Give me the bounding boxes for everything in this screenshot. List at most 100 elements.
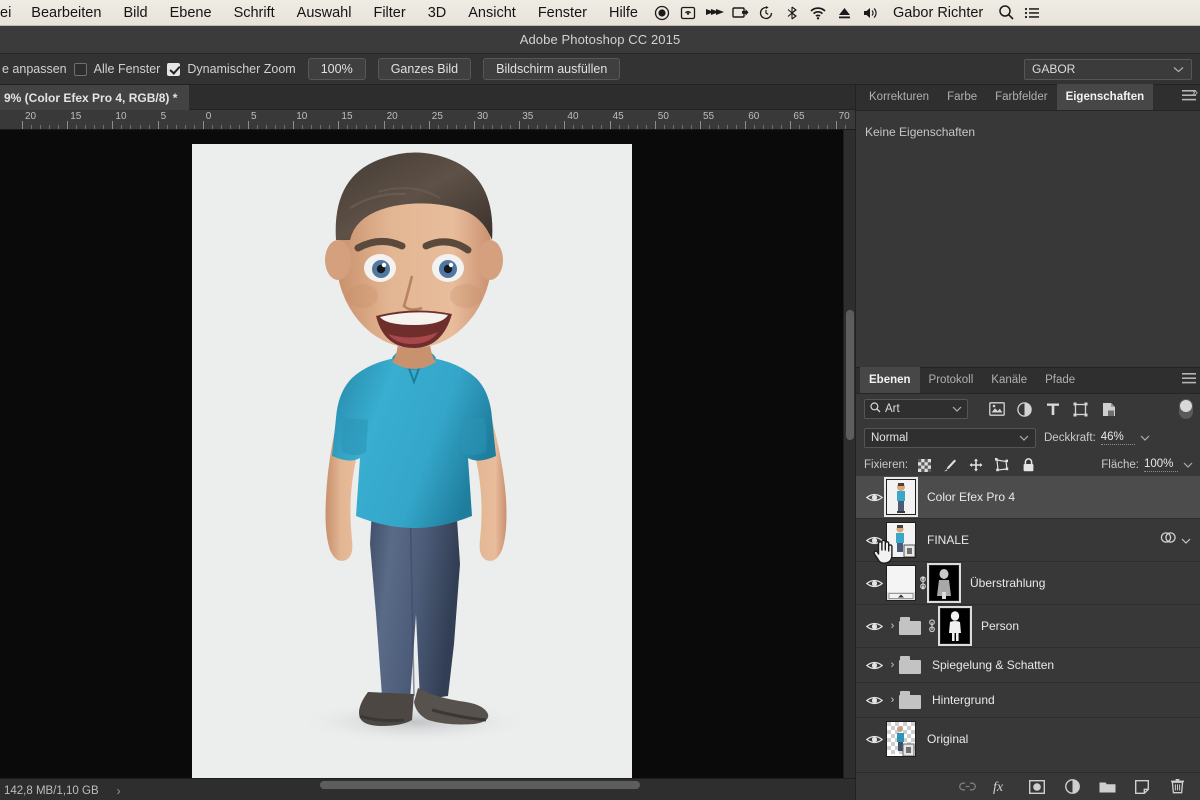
tab-farbfelder[interactable]: Farbfelder bbox=[986, 84, 1056, 110]
all-windows-checkbox[interactable] bbox=[73, 62, 87, 76]
layer-group-folder-icon[interactable] bbox=[899, 617, 921, 635]
fit-screen-button[interactable]: Ganzes Bild bbox=[377, 58, 472, 80]
tab-pfade[interactable]: Pfade bbox=[1036, 367, 1084, 393]
new-layer-icon[interactable] bbox=[1133, 778, 1151, 796]
fill-value[interactable]: 100% bbox=[1144, 458, 1178, 472]
tab-protokoll[interactable]: Protokoll bbox=[920, 367, 983, 393]
horizontal-ruler[interactable]: 20 15 10 5 0 5 10 15 20 25 30 35 40 45 50 55 60 65 70 bbox=[0, 110, 855, 130]
panel-menu-icon[interactable] bbox=[1182, 367, 1200, 393]
workspace-select[interactable]: GABOR bbox=[1024, 58, 1192, 80]
bluetooth-icon[interactable] bbox=[779, 0, 805, 26]
layer-thumbnail[interactable] bbox=[886, 565, 916, 601]
menu-item-schrift[interactable]: Schrift bbox=[223, 0, 286, 26]
chevron-down-icon[interactable] bbox=[1181, 531, 1191, 549]
layer-mask-link-icon[interactable] bbox=[925, 619, 938, 633]
layer-visibility-toggle[interactable] bbox=[862, 562, 886, 605]
opacity-value[interactable]: 46% bbox=[1100, 431, 1135, 445]
all-windows-label[interactable]: Alle Fenster bbox=[94, 62, 161, 76]
delete-layer-icon[interactable] bbox=[1168, 778, 1186, 796]
filter-toggle-switch[interactable] bbox=[1179, 399, 1193, 419]
table-row[interactable]: Überstrahlung bbox=[856, 562, 1200, 605]
document-tab[interactable]: 9% (Color Efex Pro 4, RGB/8) * bbox=[0, 85, 190, 110]
layer-name[interactable]: Spiegelung & Schatten bbox=[932, 658, 1054, 672]
table-row[interactable]: › Person bbox=[856, 605, 1200, 648]
layer-kind-filter-select[interactable]: Art bbox=[864, 399, 968, 419]
canvas-vertical-scrollbar[interactable] bbox=[843, 130, 855, 778]
notification-center-icon[interactable] bbox=[1019, 0, 1045, 26]
menu-item-ebene[interactable]: Ebene bbox=[159, 0, 223, 26]
tab-korrekturen[interactable]: Korrekturen bbox=[860, 84, 938, 110]
shape-layer-icon[interactable] bbox=[1072, 401, 1089, 418]
menu-item-datei[interactable]: ei bbox=[0, 0, 20, 26]
tab-ebenen[interactable]: Ebenen bbox=[860, 367, 920, 393]
pixel-layer-icon[interactable] bbox=[988, 401, 1005, 418]
text-layer-icon[interactable] bbox=[1044, 401, 1061, 418]
layer-group-folder-icon[interactable] bbox=[899, 691, 921, 709]
layer-thumbnail[interactable] bbox=[884, 477, 918, 517]
record-icon[interactable] bbox=[649, 0, 675, 26]
layer-name[interactable]: Person bbox=[981, 619, 1019, 633]
layer-visibility-toggle[interactable] bbox=[862, 476, 886, 519]
lock-transparency-icon[interactable] bbox=[916, 457, 932, 473]
volume-icon[interactable] bbox=[857, 0, 883, 26]
menu-item-filter[interactable]: Filter bbox=[362, 0, 416, 26]
menu-item-ansicht[interactable]: Ansicht bbox=[457, 0, 527, 26]
layer-name[interactable]: FINALE bbox=[927, 533, 969, 547]
screenshare-icon[interactable] bbox=[727, 0, 753, 26]
layer-name[interactable]: Original bbox=[927, 732, 968, 746]
layer-visibility-toggle[interactable] bbox=[862, 718, 886, 759]
blend-mode-select[interactable]: Normal bbox=[864, 428, 1036, 448]
chevron-down-icon[interactable] bbox=[1183, 460, 1193, 471]
layer-visibility-toggle[interactable] bbox=[862, 683, 886, 718]
menubar-username[interactable]: Gabor Richter bbox=[883, 5, 993, 21]
airplay-icon[interactable] bbox=[675, 0, 701, 26]
table-row[interactable]: › Spiegelung & Schatten bbox=[856, 648, 1200, 683]
timemachine-icon[interactable] bbox=[753, 0, 779, 26]
layer-visibility-toggle[interactable] bbox=[862, 648, 886, 683]
layer-visibility-toggle[interactable] bbox=[862, 519, 886, 562]
table-row[interactable]: Color Efex Pro 4 bbox=[856, 476, 1200, 519]
layer-thumbnail[interactable] bbox=[886, 721, 916, 757]
menu-item-bearbeiten[interactable]: Bearbeiten bbox=[20, 0, 112, 26]
adjustment-layer-icon[interactable] bbox=[1016, 401, 1033, 418]
tab-farbe[interactable]: Farbe bbox=[938, 84, 986, 110]
wifi-icon[interactable] bbox=[805, 0, 831, 26]
chevron-right-icon[interactable]: › bbox=[117, 784, 121, 798]
menu-item-hilfe[interactable]: Hilfe bbox=[598, 0, 649, 26]
layer-effects-icon[interactable] bbox=[1160, 531, 1177, 549]
eject-icon[interactable] bbox=[831, 0, 857, 26]
fill-screen-button[interactable]: Bildschirm ausfüllen bbox=[483, 58, 621, 80]
layer-effects-indicator[interactable] bbox=[1160, 531, 1200, 549]
table-row[interactable]: Original bbox=[856, 718, 1200, 758]
chevron-down-icon[interactable] bbox=[1140, 433, 1150, 444]
document-canvas[interactable] bbox=[192, 144, 632, 778]
tab-kanaele[interactable]: Kanäle bbox=[982, 367, 1036, 393]
search-icon[interactable] bbox=[993, 0, 1019, 26]
layer-thumbnail[interactable] bbox=[886, 522, 916, 558]
collapse-panels-icon[interactable]: » bbox=[1192, 87, 1198, 99]
add-mask-icon[interactable] bbox=[1028, 778, 1046, 796]
layer-name[interactable]: Color Efex Pro 4 bbox=[927, 490, 1015, 504]
lock-position-icon[interactable] bbox=[968, 457, 984, 473]
layer-mask-thumbnail[interactable] bbox=[927, 563, 961, 603]
layer-name[interactable]: Überstrahlung bbox=[970, 576, 1045, 590]
menu-item-bild[interactable]: Bild bbox=[112, 0, 158, 26]
menu-item-fenster[interactable]: Fenster bbox=[527, 0, 598, 26]
zoom-100-button[interactable]: 100% bbox=[307, 58, 366, 80]
canvas-area[interactable] bbox=[0, 130, 855, 778]
layer-list[interactable]: Color Efex Pro 4 FINALE Überstrahlung › … bbox=[856, 476, 1200, 758]
group-disclosure-triangle[interactable]: › bbox=[886, 694, 899, 706]
fastforward-icon[interactable] bbox=[701, 0, 727, 26]
lock-artboard-icon[interactable] bbox=[994, 457, 1010, 473]
lock-image-icon[interactable] bbox=[942, 457, 958, 473]
tab-eigenschaften[interactable]: Eigenschaften bbox=[1056, 84, 1154, 110]
scrubby-zoom-checkbox[interactable] bbox=[167, 62, 181, 76]
group-disclosure-triangle[interactable]: › bbox=[886, 620, 899, 632]
link-layers-icon[interactable] bbox=[958, 778, 976, 796]
layer-mask-thumbnail[interactable] bbox=[938, 606, 972, 646]
layer-visibility-toggle[interactable] bbox=[862, 605, 886, 648]
adjustment-layer-icon[interactable] bbox=[1063, 778, 1081, 796]
layer-style-fx-icon[interactable]: fx bbox=[993, 778, 1011, 796]
menu-item-auswahl[interactable]: Auswahl bbox=[286, 0, 363, 26]
horizontal-scrollbar-thumb[interactable] bbox=[320, 781, 640, 789]
